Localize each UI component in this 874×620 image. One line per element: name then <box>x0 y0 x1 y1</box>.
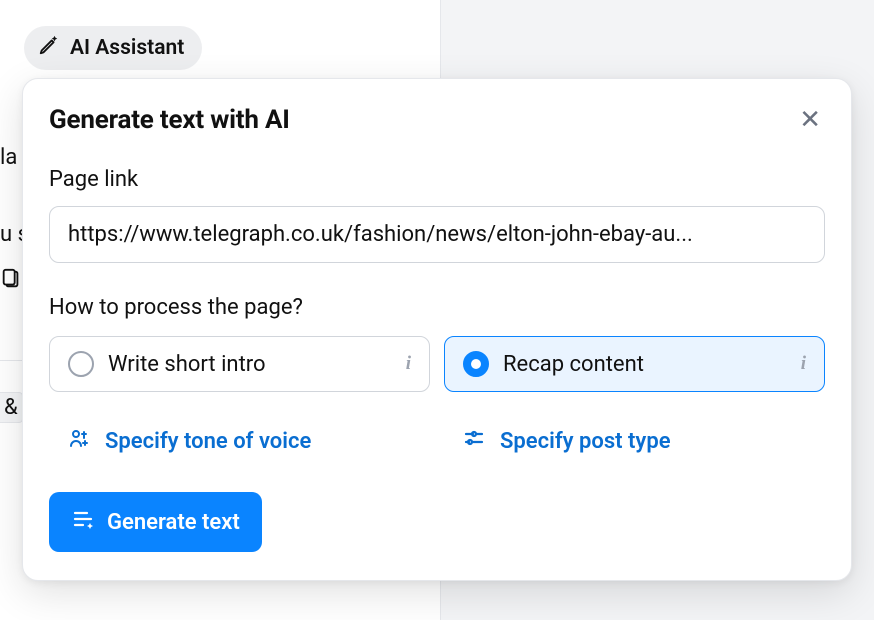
page-link-label: Page link <box>49 167 825 192</box>
close-icon: ✕ <box>799 105 821 135</box>
info-icon[interactable]: i <box>406 353 411 375</box>
generate-icon <box>71 507 95 537</box>
close-button[interactable]: ✕ <box>795 105 825 135</box>
ai-assistant-chip-label: AI Assistant <box>70 36 184 60</box>
bg-text: la <box>0 145 17 170</box>
link-label: Specify tone of voice <box>105 429 311 454</box>
process-label: How to process the page? <box>49 295 825 320</box>
clipboard-icon <box>0 268 22 296</box>
generate-text-button[interactable]: Generate text <box>49 492 262 552</box>
modal-title: Generate text with AI <box>49 105 290 135</box>
option-label: Recap content <box>503 352 787 377</box>
link-label: Specify post type <box>500 429 671 454</box>
bg-text: & <box>0 392 23 423</box>
info-icon[interactable]: i <box>801 353 806 375</box>
specify-tone-link[interactable]: Specify tone of voice <box>49 420 430 462</box>
radio-checked-icon <box>463 351 489 377</box>
option-write-short-intro[interactable]: Write short intro i <box>49 336 430 392</box>
generate-button-label: Generate text <box>107 510 240 535</box>
page-link-input[interactable] <box>49 206 825 263</box>
radio-unchecked-icon <box>68 351 94 377</box>
option-recap-content[interactable]: Recap content i <box>444 336 825 392</box>
specify-post-type-link[interactable]: Specify post type <box>444 420 825 462</box>
tone-icon <box>67 426 91 456</box>
ai-assistant-chip[interactable]: AI Assistant <box>24 26 202 70</box>
sparkle-pencil-icon <box>38 34 60 62</box>
sliders-icon <box>462 426 486 456</box>
option-label: Write short intro <box>108 352 392 377</box>
generate-text-modal: Generate text with AI ✕ Page link How to… <box>22 78 852 581</box>
